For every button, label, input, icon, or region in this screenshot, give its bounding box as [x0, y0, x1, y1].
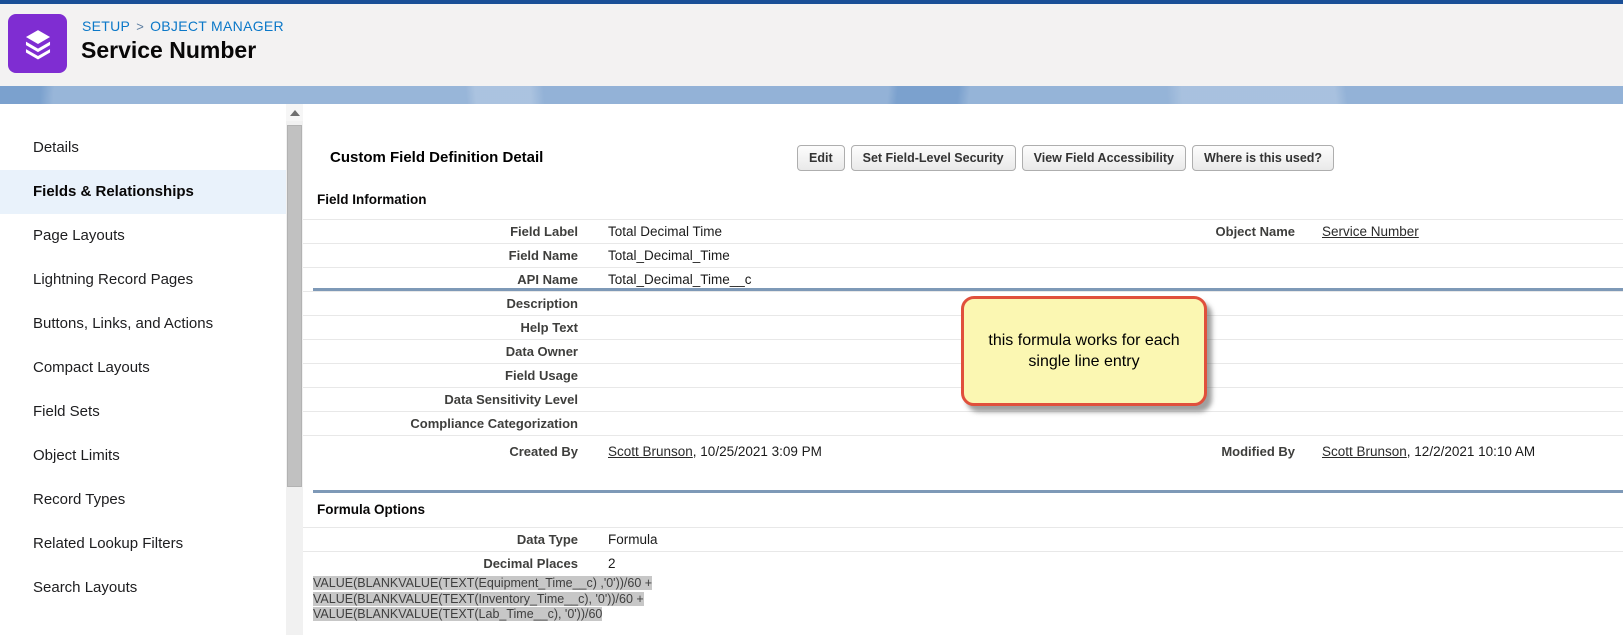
formula-line: VALUE(BLANKVALUE(TEXT(Inventory_Time__c)…	[313, 591, 644, 606]
object-name-value: Service Number	[1322, 220, 1419, 244]
annotation-sticky-note: this formula works for each single line …	[961, 296, 1207, 406]
row-value: Formula	[608, 532, 658, 547]
table-row-created-by: Created By Scott Brunson, 10/25/2021 3:0…	[303, 436, 1623, 468]
breadcrumb-setup-link[interactable]: SETUP	[82, 18, 130, 34]
detail-heading: Custom Field Definition Detail	[330, 149, 544, 166]
detail-button-row: Edit Set Field-Level Security View Field…	[797, 145, 1335, 171]
formula-line: VALUE(BLANKVALUE(TEXT(Equipment_Time__c)…	[313, 576, 653, 590]
view-field-accessibility-button[interactable]: View Field Accessibility	[1021, 145, 1186, 171]
formula-text: VALUE(BLANKVALUE(TEXT(Equipment_Time__c)…	[313, 576, 653, 623]
row-label: Decimal Places	[483, 556, 578, 571]
modified-by-timestamp: , 12/2/2021 10:10 AM	[1406, 444, 1536, 459]
row-value: Total_Decimal_Time__c	[608, 272, 752, 287]
table-row-compliance-categorization: Compliance Categorization	[303, 412, 1623, 436]
row-value: Total Decimal Time	[608, 224, 723, 239]
edit-button[interactable]: Edit	[797, 145, 845, 171]
where-is-this-used-button[interactable]: Where is this used?	[1191, 145, 1335, 171]
sidebar-item-details[interactable]: Details	[0, 126, 286, 170]
sidebar-item-page-layouts[interactable]: Page Layouts	[0, 214, 286, 258]
sidebar-item-related-lookup-filters[interactable]: Related Lookup Filters	[0, 522, 286, 566]
sidebar-item-fields-relationships[interactable]: Fields & Relationships	[0, 170, 286, 214]
created-by-timestamp: , 10/25/2021 3:09 PM	[692, 444, 822, 459]
section-divider	[313, 490, 1623, 493]
table-row-field-label: Field Label Total Decimal Time Object Na…	[303, 220, 1623, 244]
row-label: Help Text	[520, 320, 578, 335]
custom-object-tile	[8, 14, 67, 73]
sidebar-item-search-layouts[interactable]: Search Layouts	[0, 566, 286, 610]
table-row-api-name: API Name Total_Decimal_Time__c	[303, 268, 1623, 292]
row-label: Data Type	[516, 532, 578, 547]
formula-options-title: Formula Options	[317, 502, 425, 517]
row-label: Field Name	[508, 248, 578, 263]
row-label: Data Sensitivity Level	[444, 392, 578, 407]
row-label: Field Label	[510, 224, 578, 239]
row-label: Field Usage	[505, 368, 578, 383]
row-value: 2	[608, 556, 616, 571]
object-manager-sidebar: Details Fields & Relationships Page Layo…	[0, 104, 286, 635]
modified-by-value: Scott Brunson, 12/2/2021 10:10 AM	[1322, 436, 1535, 468]
row-label: Compliance Categorization	[410, 416, 578, 431]
breadcrumb-separator: >	[136, 19, 145, 34]
modified-by-label: Modified By	[1221, 444, 1295, 459]
sidebar-item-buttons-links-actions[interactable]: Buttons, Links, and Actions	[0, 302, 286, 346]
row-label: API Name	[517, 272, 578, 287]
set-field-level-security-button[interactable]: Set Field-Level Security	[850, 145, 1016, 171]
setup-header: SETUP > OBJECT MANAGER Service Number	[0, 4, 1623, 86]
page-title: Service Number	[81, 37, 257, 63]
sidebar-item-object-limits[interactable]: Object Limits	[0, 434, 286, 478]
table-row-field-name: Field Name Total_Decimal_Time	[303, 244, 1623, 268]
header-texture-band	[0, 86, 1623, 104]
created-by-value: Scott Brunson, 10/25/2021 3:09 PM	[608, 436, 822, 468]
breadcrumb-object-manager-link[interactable]: OBJECT MANAGER	[150, 18, 284, 34]
row-label: Data Owner	[505, 344, 578, 359]
layers-icon	[25, 29, 50, 60]
sidebar-item-compact-layouts[interactable]: Compact Layouts	[0, 346, 286, 390]
formula-line: VALUE(BLANKVALUE(TEXT(Lab_Time__c), '0')…	[313, 607, 603, 621]
scrollbar-thumb[interactable]	[287, 125, 302, 487]
created-by-user-link[interactable]: Scott Brunson	[608, 444, 693, 459]
sidebar-item-field-sets[interactable]: Field Sets	[0, 390, 286, 434]
sidebar-scrollbar[interactable]	[286, 104, 303, 635]
table-row-data-type: Data Type Formula	[303, 528, 1623, 552]
object-name-label: Object Name	[1215, 224, 1295, 239]
service-number-link[interactable]: Service Number	[1322, 224, 1419, 239]
up-arrow-icon	[289, 109, 300, 116]
sidebar-item-lightning-record-pages[interactable]: Lightning Record Pages	[0, 258, 286, 302]
sidebar-item-record-types[interactable]: Record Types	[0, 478, 286, 522]
note-line-2: single line entry	[1028, 353, 1140, 370]
scrollbar-up-button[interactable]	[286, 104, 303, 121]
row-value: Total_Decimal_Time	[608, 248, 730, 263]
field-information-title: Field Information	[317, 192, 427, 207]
row-label: Created By	[509, 444, 578, 459]
table-row-decimal-places: Decimal Places 2	[303, 552, 1623, 576]
modified-by-user-link[interactable]: Scott Brunson	[1322, 444, 1407, 459]
breadcrumb: SETUP > OBJECT MANAGER	[82, 18, 284, 34]
row-label: Description	[506, 296, 578, 311]
formula-options-table: Data Type Formula Decimal Places 2	[303, 527, 1623, 576]
note-line-1: this formula works for each	[988, 332, 1180, 349]
